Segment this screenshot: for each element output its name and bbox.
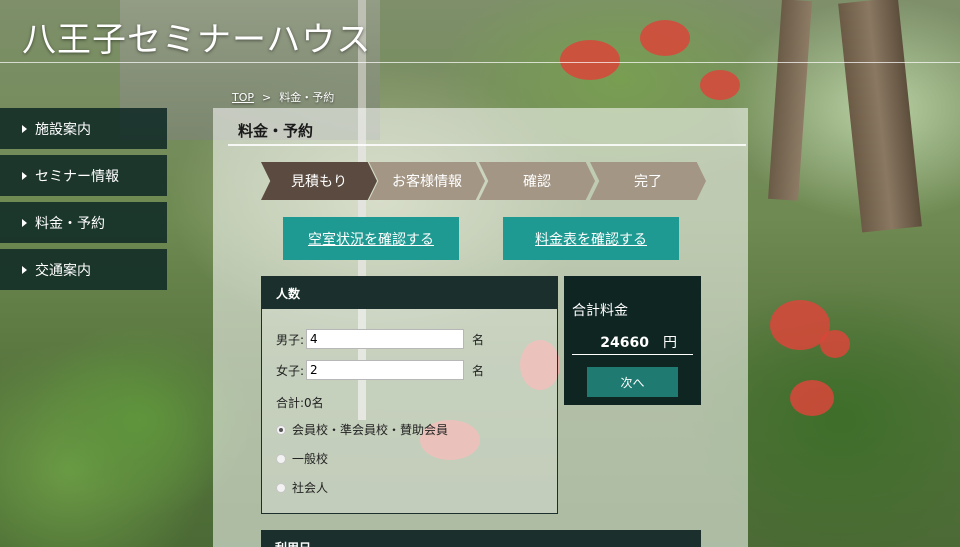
next-button[interactable]: 次へ [587,367,678,397]
male-count-input[interactable] [306,329,465,349]
title-divider [228,144,746,146]
female-unit: 名 [472,363,485,378]
triangle-right-icon [22,218,27,227]
male-label: 男子: [276,332,305,347]
breadcrumb-current: 料金・予約 [279,91,335,104]
breadcrumb-separator: > [262,91,272,104]
currency-unit: 円 [663,335,677,351]
price-summary: 合計料金 24660 円 次へ [564,276,701,405]
triangle-right-icon [22,265,27,274]
breadcrumb: TOP > 料金・予約 [232,89,334,105]
total-price-row: 24660 円 [572,332,693,355]
triangle-right-icon [22,124,27,133]
radio-unchecked-icon[interactable] [276,482,286,493]
step-estimate: 見積もり [261,162,377,200]
people-total: 合計:0名 [276,396,324,410]
radio-label: 会員校・準会員校・賛助会員 [292,423,449,437]
breadcrumb-home-link[interactable]: TOP [232,91,254,104]
female-row: 女子: 名 [276,360,484,380]
total-price-label: 合計料金 [572,303,628,319]
radio-member-school[interactable]: 会員校・準会員校・賛助会員 [276,421,448,438]
female-count-input[interactable] [306,360,465,380]
step-customer-info: お客様情報 [369,162,485,200]
sidebar-item-label: 交通案内 [35,262,91,279]
radio-label: 一般校 [292,452,329,466]
page-title: 料金・予約 [238,122,314,140]
triangle-right-icon [22,171,27,180]
female-label: 女子: [276,363,305,378]
sidebar-nav: 施設案内 セミナー情報 料金・予約 交通案内 [0,108,167,296]
sidebar-item-facilities[interactable]: 施設案内 [0,108,167,149]
progress-steps: 見積もり お客様情報 確認 完了 [261,162,706,200]
people-panel: 人数 男子: 名 女子: 名 合計:0名 会員校・準会員校・賛助会員 一般校 社… [261,276,558,514]
male-unit: 名 [472,332,485,347]
step-confirm: 確認 [479,162,595,200]
sidebar-item-label: セミナー情報 [35,168,119,185]
sidebar-item-label: 施設案内 [35,121,91,138]
radio-general-school[interactable]: 一般校 [276,450,328,467]
header-divider [0,62,960,63]
step-complete: 完了 [590,162,706,200]
check-availability-button[interactable]: 空室状況を確認する [283,217,459,260]
total-price-amount: 24660 [600,335,649,351]
price-table-button[interactable]: 料金表を確認する [503,217,679,260]
radio-label: 社会人 [292,481,329,495]
people-panel-heading: 人数 [262,277,557,309]
radio-unchecked-icon[interactable] [276,453,286,464]
male-row: 男子: 名 [276,329,484,349]
sidebar-item-pricing[interactable]: 料金・予約 [0,202,167,243]
radio-adult[interactable]: 社会人 [276,479,328,496]
sidebar-item-access[interactable]: 交通案内 [0,249,167,290]
date-panel-heading: 利用日 [261,530,701,547]
radio-checked-icon[interactable] [276,424,286,435]
sidebar-item-label: 料金・予約 [35,215,105,232]
sidebar-item-seminar[interactable]: セミナー情報 [0,155,167,196]
site-title[interactable]: 八王子セミナーハウス [22,12,371,61]
